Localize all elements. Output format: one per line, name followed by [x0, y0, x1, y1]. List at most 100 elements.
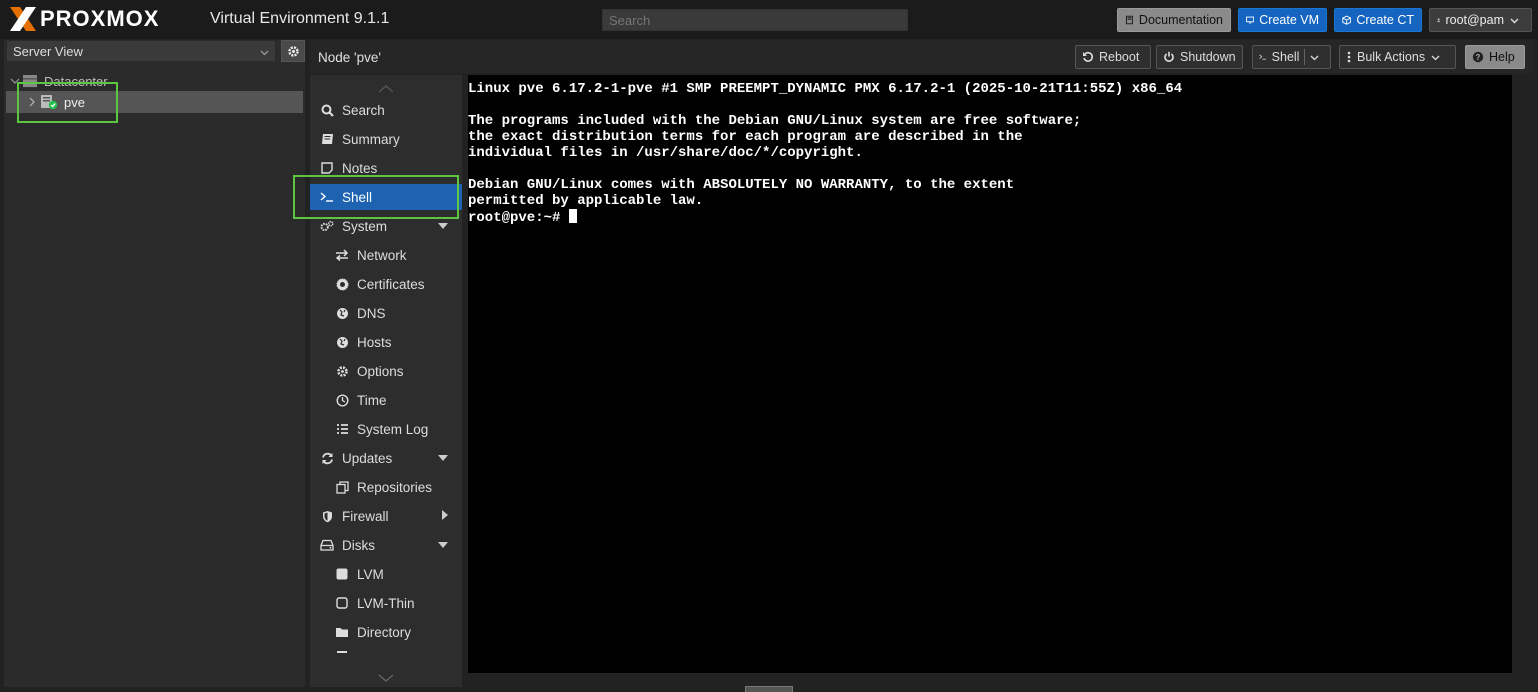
menu-item-dns[interactable]: DNS: [310, 300, 462, 326]
menu-item-label: Network: [357, 247, 407, 263]
book-icon: [1125, 15, 1133, 25]
cube-icon: [1342, 15, 1352, 25]
shutdown-label: Shutdown: [1180, 50, 1236, 64]
node-menu: Search Summary Notes Shell System Networ…: [310, 75, 462, 687]
search-input[interactable]: [602, 9, 908, 31]
log-panel-toggle[interactable]: [745, 686, 793, 692]
menu-item-updates[interactable]: Updates: [310, 445, 462, 471]
search-icon: [320, 103, 334, 117]
menu-item-time[interactable]: Time: [310, 387, 462, 413]
view-selector[interactable]: Server View: [6, 40, 276, 62]
menu-item-directory[interactable]: Directory: [310, 619, 462, 645]
documentation-button[interactable]: Documentation: [1117, 8, 1231, 32]
terminal-line: Linux pve 6.17.2-1-pve #1 SMP PREEMPT_DY…: [468, 81, 1183, 97]
tree-settings-button[interactable]: [281, 40, 305, 62]
caret-down-icon: [438, 453, 448, 464]
certificate-icon: [335, 277, 349, 291]
shell-split-button[interactable]: Shell: [1252, 45, 1331, 69]
shutdown-button[interactable]: Shutdown: [1156, 45, 1243, 69]
menu-item-label: Options: [357, 363, 404, 379]
chevron-down-icon: [1431, 50, 1445, 64]
menu-item-label: Disks: [342, 537, 375, 553]
list-icon: [335, 422, 349, 436]
globe-icon: [335, 306, 349, 320]
question-circle-icon: ?: [1472, 51, 1484, 63]
menu-item-certificates[interactable]: Certificates: [310, 271, 462, 297]
create-ct-label: Create CT: [1356, 13, 1414, 27]
menu-item-hosts[interactable]: Hosts: [310, 329, 462, 355]
cogs-icon: [320, 219, 334, 233]
shield-icon: [320, 509, 334, 523]
globe-icon: [335, 335, 349, 349]
menu-item-label: Summary: [342, 131, 400, 147]
chevron-down-icon: [1510, 13, 1524, 27]
menu-item-lvm[interactable]: LVM: [310, 561, 462, 587]
help-button[interactable]: ? Help: [1465, 45, 1525, 69]
menu-item-lvm-thin[interactable]: LVM-Thin: [310, 590, 462, 616]
bulk-actions-button[interactable]: Bulk Actions: [1339, 45, 1456, 69]
clock-icon: [335, 393, 349, 407]
menu-item-label: LVM-Thin: [357, 595, 415, 611]
menu-item-label: Updates: [342, 450, 393, 466]
logo-text: PROXMOX: [40, 6, 160, 31]
ellipsis-vertical-icon: [1347, 51, 1351, 63]
chevron-down-icon[interactable]: [1310, 50, 1324, 64]
proxmox-logo[interactable]: PROXMOX: [8, 5, 159, 33]
menu-item-disks[interactable]: Disks: [310, 532, 462, 558]
create-vm-button[interactable]: Create VM: [1238, 8, 1327, 32]
shell-button-label: Shell: [1271, 50, 1300, 64]
menu-item-search[interactable]: Search: [310, 97, 462, 123]
undo-icon: [1083, 51, 1094, 62]
gear-icon: [287, 45, 299, 57]
folder-icon: [335, 625, 349, 639]
product-version: Virtual Environment 9.1.1: [210, 10, 390, 27]
terminal-console[interactable]: Linux pve 6.17.2-1-pve #1 SMP PREEMPT_DY…: [468, 75, 1512, 673]
documentation-label: Documentation: [1138, 13, 1223, 27]
exchange-icon: [335, 248, 349, 262]
resource-tree-panel: [4, 40, 305, 687]
create-ct-button[interactable]: Create CT: [1334, 8, 1422, 32]
highlight-box-shell: [293, 175, 459, 219]
scroll-up-arrow-icon[interactable]: [378, 81, 394, 96]
menu-item-system-log[interactable]: System Log: [310, 416, 462, 442]
caret-right-icon: [442, 509, 448, 523]
square-icon: [335, 567, 349, 581]
terminal-line: permitted by applicable law.: [468, 193, 704, 209]
files-icon: [335, 480, 349, 494]
terminal-side-strip: [1512, 75, 1534, 673]
menu-item-firewall[interactable]: Firewall: [310, 503, 462, 529]
scroll-down-arrow-icon[interactable]: [378, 670, 394, 685]
square-outline-icon: [335, 596, 349, 610]
menu-item-summary[interactable]: Summary: [310, 126, 462, 152]
reboot-button[interactable]: Reboot: [1075, 45, 1151, 69]
book-icon: [320, 132, 334, 146]
terminal-line: The programs included with the Debian GN…: [468, 113, 1082, 129]
caret-down-icon: [438, 540, 448, 551]
sticky-note-icon: [320, 161, 334, 175]
highlight-box-node: [17, 82, 118, 123]
user-menu-button[interactable]: root@pam: [1429, 8, 1532, 32]
menu-item-label: System: [342, 218, 388, 234]
page-title: Node 'pve': [318, 50, 381, 65]
user-icon: [1437, 18, 1441, 22]
menu-item-label: Search: [342, 102, 385, 118]
help-label: Help: [1489, 50, 1515, 64]
partial-icon: [335, 648, 349, 658]
bulk-actions-label: Bulk Actions: [1357, 50, 1426, 64]
create-vm-label: Create VM: [1259, 13, 1319, 27]
reboot-label: Reboot: [1099, 50, 1140, 64]
menu-item-repositories[interactable]: Repositories: [310, 474, 462, 500]
menu-item-label: System Log: [357, 421, 429, 437]
menu-item-label: Time: [357, 392, 387, 408]
terminal-cursor: [568, 209, 577, 223]
terminal-prompt-line: root@pve:~#: [468, 209, 1512, 226]
menu-item-label: Repositories: [357, 479, 433, 495]
menu-item-options[interactable]: Options: [310, 358, 462, 384]
menu-item-label: Certificates: [357, 276, 425, 292]
menu-item-partial[interactable]: [310, 648, 462, 658]
divider: [1304, 49, 1305, 65]
menu-item-network[interactable]: Network: [310, 242, 462, 268]
proxmox-x-icon: [10, 7, 36, 31]
